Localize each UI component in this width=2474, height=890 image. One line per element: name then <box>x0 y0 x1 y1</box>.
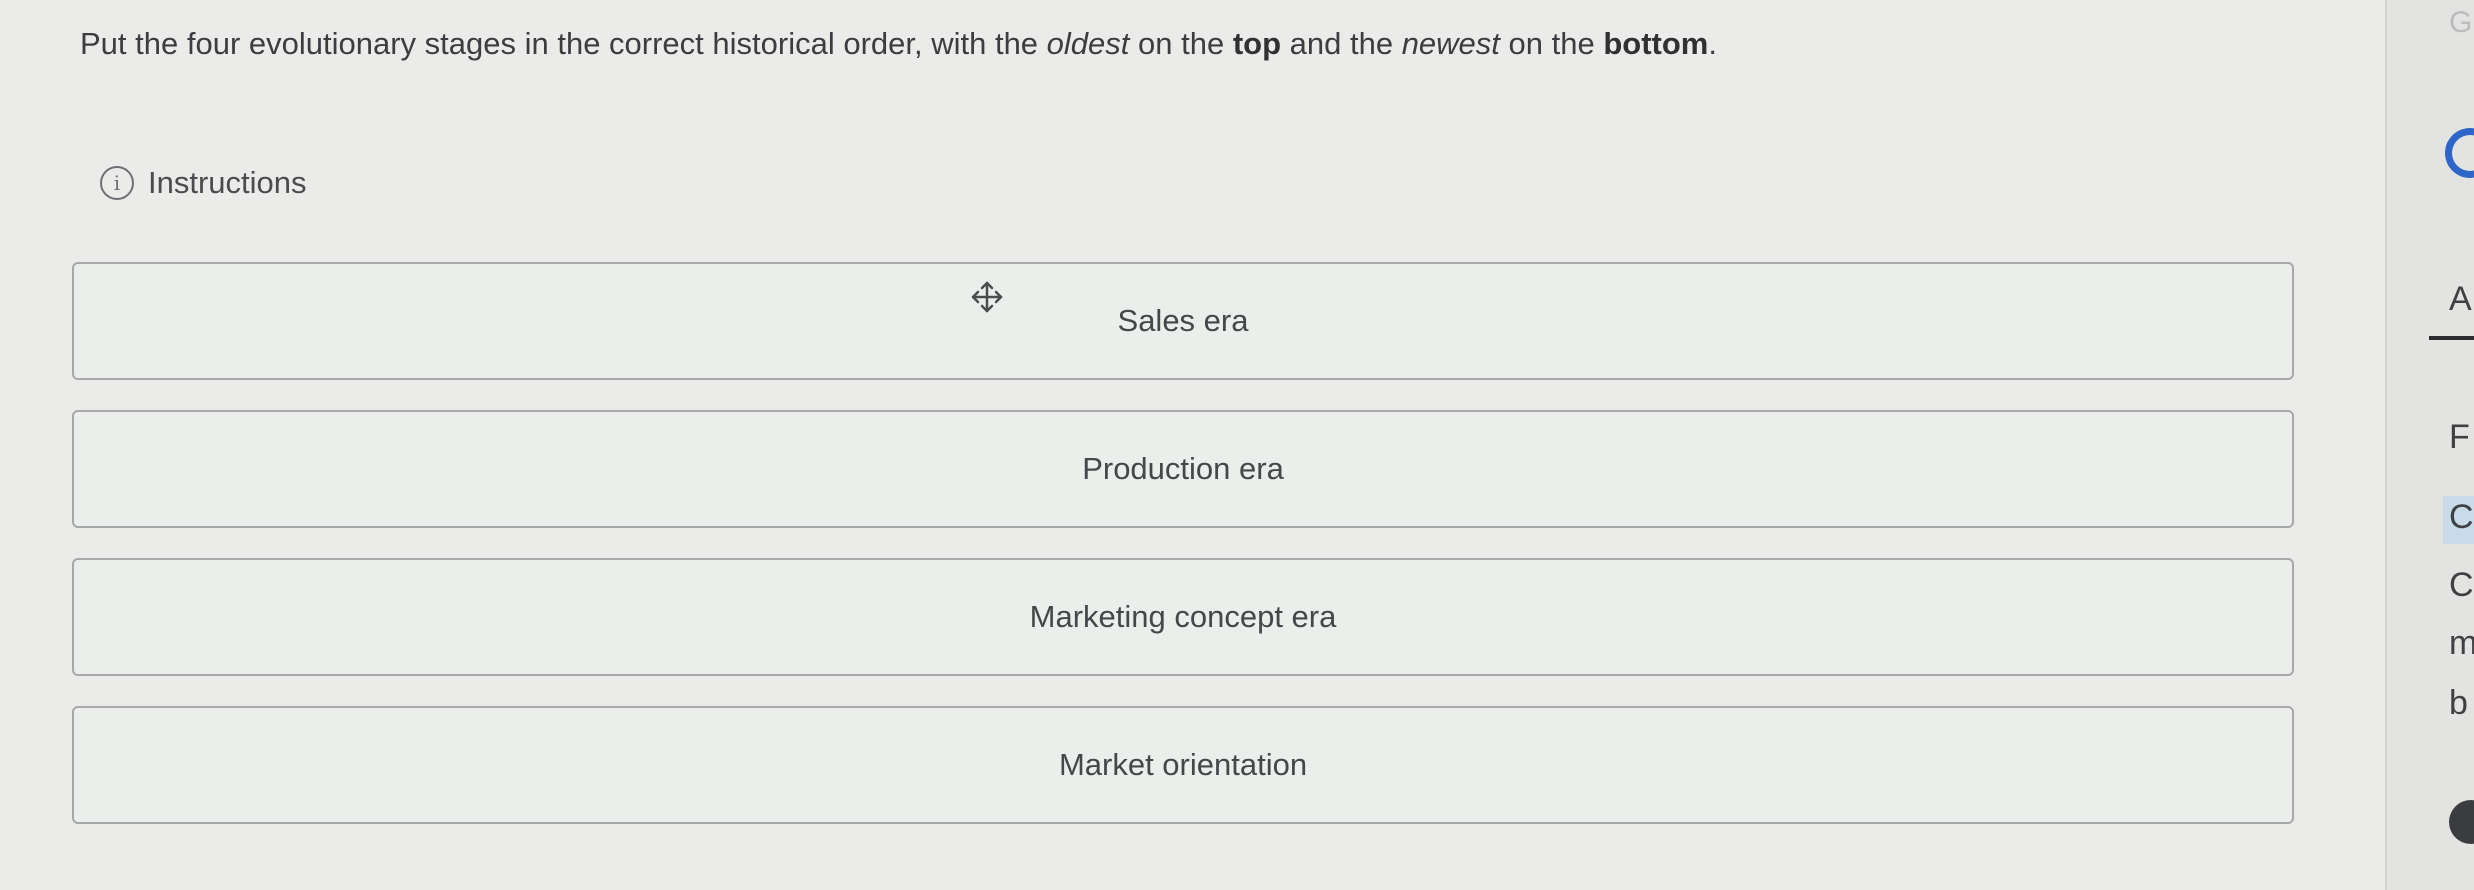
sidebar-divider <box>2429 336 2474 340</box>
refresh-icon[interactable] <box>2445 128 2474 178</box>
move-icon <box>971 281 1003 313</box>
sidebar-letter: A <box>2449 280 2472 318</box>
sortable-item[interactable]: Market orientation <box>72 706 2294 824</box>
sortable-item-label: Sales era <box>1117 303 1249 338</box>
sidebar-letter: F <box>2449 418 2470 456</box>
sidebar-letter: b <box>2449 684 2468 722</box>
sortable-item[interactable]: Production era <box>72 410 2294 528</box>
right-sidebar: G A F C C m b <box>2385 0 2474 890</box>
sidebar-badge-icon[interactable] <box>2449 800 2474 844</box>
sortable-item[interactable]: Sales era <box>72 262 2294 380</box>
sidebar-letter: C <box>2449 498 2474 536</box>
question-prompt: Put the four evolutionary stages in the … <box>80 26 1717 61</box>
sidebar-letter: m <box>2449 624 2474 663</box>
instructions-toggle[interactable]: i Instructions <box>100 165 307 201</box>
sidebar-letter: G <box>2449 6 2473 39</box>
sortable-item[interactable]: Marketing concept era <box>72 558 2294 676</box>
sortable-item-label: Marketing concept era <box>1029 599 1337 634</box>
sortable-item-label: Market orientation <box>1058 747 1308 782</box>
sidebar-letter: C <box>2449 566 2474 604</box>
info-icon: i <box>100 166 134 200</box>
question-panel: Put the four evolutionary stages in the … <box>0 0 2385 890</box>
instructions-label: Instructions <box>148 165 307 200</box>
sortable-item-label: Production era <box>1082 451 1284 486</box>
